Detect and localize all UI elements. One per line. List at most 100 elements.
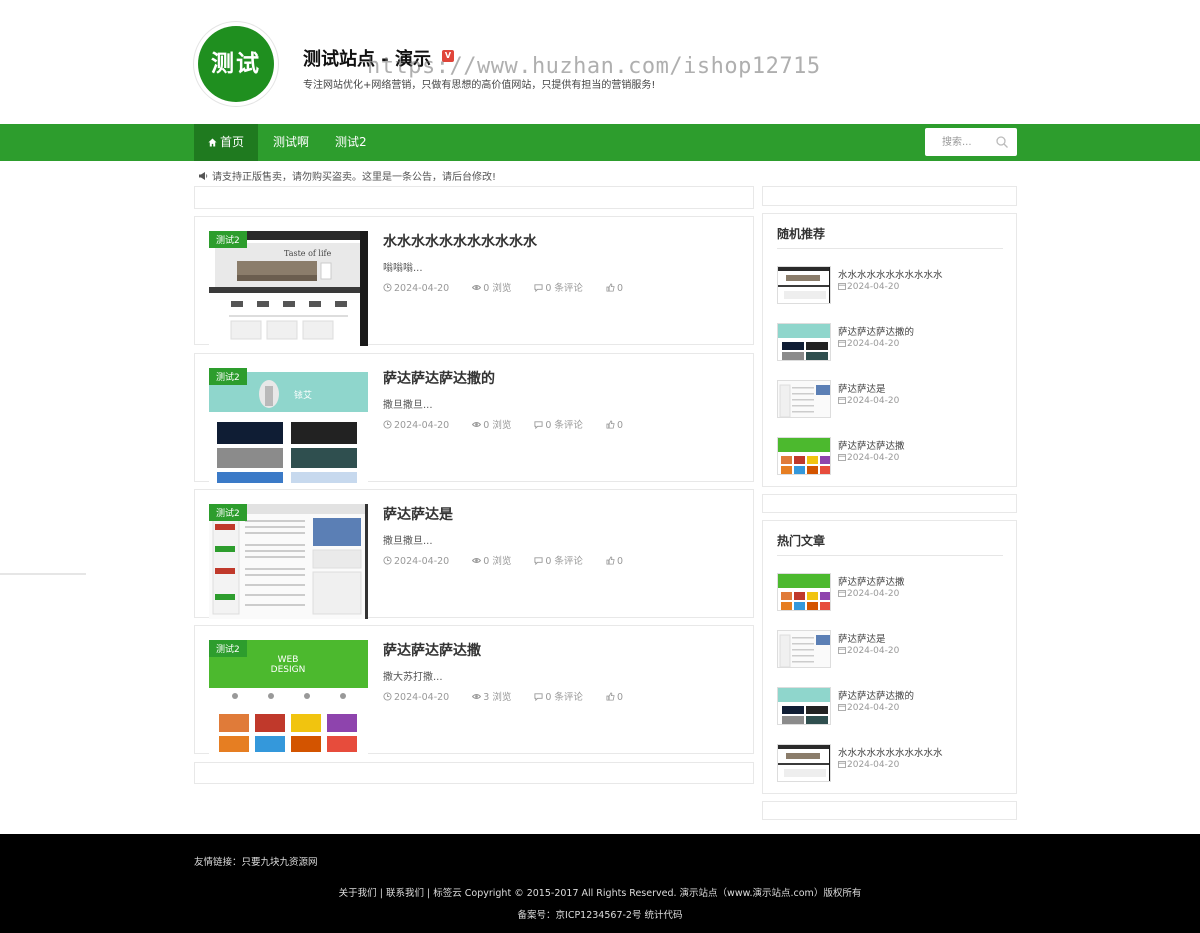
contact-link[interactable]: 联系我们 — [386, 888, 424, 899]
calendar-icon — [838, 283, 846, 290]
post-likes[interactable]: 0 — [606, 420, 633, 431]
post-thumbnail[interactable]: 铱艾 — [209, 368, 368, 483]
side-item-date: 2024-04-20 — [838, 703, 899, 713]
list-item[interactable]: 萨达萨达萨达撒 2024-04-20 — [777, 437, 1007, 477]
side-item-title[interactable]: 萨达萨达萨达撒 — [838, 438, 905, 452]
post-thumbnail[interactable] — [777, 630, 831, 668]
clock-icon — [383, 420, 392, 429]
svg-text:DESIGN: DESIGN — [271, 665, 306, 675]
post-comments[interactable]: 0 条评论 — [534, 692, 593, 703]
comment-icon — [534, 284, 543, 293]
post-card[interactable]: WEB DESIGN 测试2 萨达萨达萨达撒 撒大苏打撒... 2024-04-… — [194, 625, 754, 755]
announcement-text: 请支持正版售卖，请勿购买盗卖。这里是一条公告，请后台修改! — [212, 172, 497, 183]
side-item-date: 2024-04-20 — [838, 589, 899, 599]
search-box — [925, 128, 1017, 156]
category-tag[interactable]: 测试2 — [209, 640, 247, 657]
nav-label: 首页 — [220, 135, 245, 149]
post-title[interactable]: 萨达萨达是 — [383, 504, 453, 524]
nav-item-test[interactable]: 测试啊 — [259, 124, 323, 161]
list-item[interactable]: 水水水水水水水水水水水 2024-04-20 — [777, 744, 1007, 784]
list-item[interactable]: 水水水水水水水水水水水 2024-04-20 — [777, 266, 1007, 306]
post-excerpt: 撒旦撒旦... — [383, 536, 433, 547]
post-comments[interactable]: 0 条评论 — [534, 283, 593, 294]
post-meta: 2024-04-20 3 浏览 0 条评论 0 — [383, 689, 643, 703]
search-input[interactable] — [925, 128, 995, 156]
home-icon — [208, 138, 217, 147]
divider — [777, 248, 1003, 249]
category-tag[interactable]: 测试2 — [209, 231, 247, 248]
post-title[interactable]: 水水水水水水水水水水水 — [383, 231, 537, 251]
post-comments[interactable]: 0 条评论 — [534, 420, 593, 431]
comment-icon — [534, 557, 543, 566]
post-card[interactable]: 铱艾 测试2 萨达萨达萨达撒的 撒旦撒旦... 2024-04-20 0 浏览 … — [194, 353, 754, 483]
post-likes[interactable]: 0 — [606, 692, 633, 703]
tag-cloud-link[interactable]: 标签云 — [433, 888, 462, 899]
side-item-title[interactable]: 水水水水水水水水水水水 — [838, 745, 943, 759]
post-thumbnail[interactable] — [777, 744, 831, 782]
clock-icon — [383, 556, 392, 565]
post-thumbnail[interactable] — [209, 504, 368, 619]
post-thumbnail[interactable] — [777, 573, 831, 611]
sidebar-top-panel — [762, 186, 1017, 206]
list-item[interactable]: 萨达萨达是 2024-04-20 — [777, 380, 1007, 420]
about-link[interactable]: 关于我们 — [339, 888, 377, 899]
post-likes[interactable]: 0 — [606, 556, 633, 567]
post-thumbnail[interactable] — [777, 437, 831, 475]
side-item-date: 2024-04-20 — [838, 453, 899, 463]
friend-link[interactable]: 只要九块九资源网 — [242, 857, 318, 868]
divider — [777, 555, 1003, 556]
calendar-icon — [838, 761, 846, 768]
post-excerpt: 撒大苏打撒... — [383, 672, 443, 683]
post-date: 2024-04-20 — [383, 556, 459, 567]
svg-text:铱艾: 铱艾 — [294, 389, 312, 401]
post-views: 0 浏览 — [472, 283, 521, 294]
site-header: 测试 测试站点 - 演示 V 专注网站优化+网络营销，只做有思想的高价值网站，只… — [0, 0, 1200, 124]
post-thumbnail[interactable]: Taste of life — [209, 231, 368, 346]
list-item[interactable]: 萨达萨达是 2024-04-20 — [777, 630, 1007, 670]
megaphone-icon — [199, 172, 208, 180]
friend-links-label: 友情链接： — [194, 857, 242, 868]
list-item[interactable]: 萨达萨达萨达撒的 2024-04-20 — [777, 687, 1007, 727]
copyright-text: Copyright © 2015-2017 All Rights Reserve… — [464, 888, 862, 899]
widget-title: 随机推荐 — [777, 227, 826, 241]
list-item[interactable]: 萨达萨达萨达撒 2024-04-20 — [777, 573, 1007, 613]
side-item-title[interactable]: 萨达萨达是 — [838, 381, 886, 395]
side-item-date: 2024-04-20 — [838, 282, 899, 292]
calendar-icon — [838, 397, 846, 404]
post-views: 3 浏览 — [472, 692, 521, 703]
post-excerpt: 嗡嗡嗡... — [383, 263, 423, 274]
site-logo[interactable]: 测试 — [194, 22, 278, 106]
calendar-icon — [838, 647, 846, 654]
post-thumbnail[interactable]: WEB DESIGN — [209, 640, 368, 755]
list-item[interactable]: 萨达萨达萨达撒的 2024-04-20 — [777, 323, 1007, 363]
post-thumbnail[interactable] — [777, 323, 831, 361]
widget-title: 热门文章 — [777, 534, 826, 548]
thumbs-up-icon — [606, 420, 615, 429]
post-title[interactable]: 萨达萨达萨达撒的 — [383, 368, 495, 388]
eye-icon — [472, 422, 482, 427]
post-card[interactable]: 测试2 萨达萨达是 撒旦撒旦... 2024-04-20 0 浏览 0 条评论 … — [194, 489, 754, 619]
post-thumbnail[interactable] — [777, 380, 831, 418]
watermark: https://www.huzhan.com/ishop12715 — [367, 54, 821, 79]
divider — [0, 573, 86, 575]
post-card[interactable]: Taste of life 测试2 水水水水水水水水水水水 嗡嗡嗡... 202… — [194, 216, 754, 346]
main-nav: 首页 测试啊 测试2 — [0, 124, 1200, 161]
post-comments[interactable]: 0 条评论 — [534, 556, 593, 567]
main-top-panel — [194, 186, 754, 209]
side-item-title[interactable]: 萨达萨达萨达撒的 — [838, 324, 914, 338]
nav-item-test2[interactable]: 测试2 — [321, 124, 381, 161]
search-icon[interactable] — [995, 135, 1009, 149]
post-thumbnail[interactable] — [777, 266, 831, 304]
side-item-title[interactable]: 萨达萨达萨达撒的 — [838, 688, 914, 702]
post-likes[interactable]: 0 — [606, 283, 633, 294]
post-thumbnail[interactable] — [777, 687, 831, 725]
category-tag[interactable]: 测试2 — [209, 504, 247, 521]
side-item-title[interactable]: 萨达萨达萨达撒 — [838, 574, 905, 588]
category-tag[interactable]: 测试2 — [209, 368, 247, 385]
calendar-icon — [838, 590, 846, 597]
post-date: 2024-04-20 — [383, 692, 459, 703]
nav-item-home[interactable]: 首页 — [194, 124, 259, 161]
side-item-title[interactable]: 水水水水水水水水水水水 — [838, 267, 943, 281]
post-title[interactable]: 萨达萨达萨达撒 — [383, 640, 481, 660]
side-item-title[interactable]: 萨达萨达是 — [838, 631, 886, 645]
